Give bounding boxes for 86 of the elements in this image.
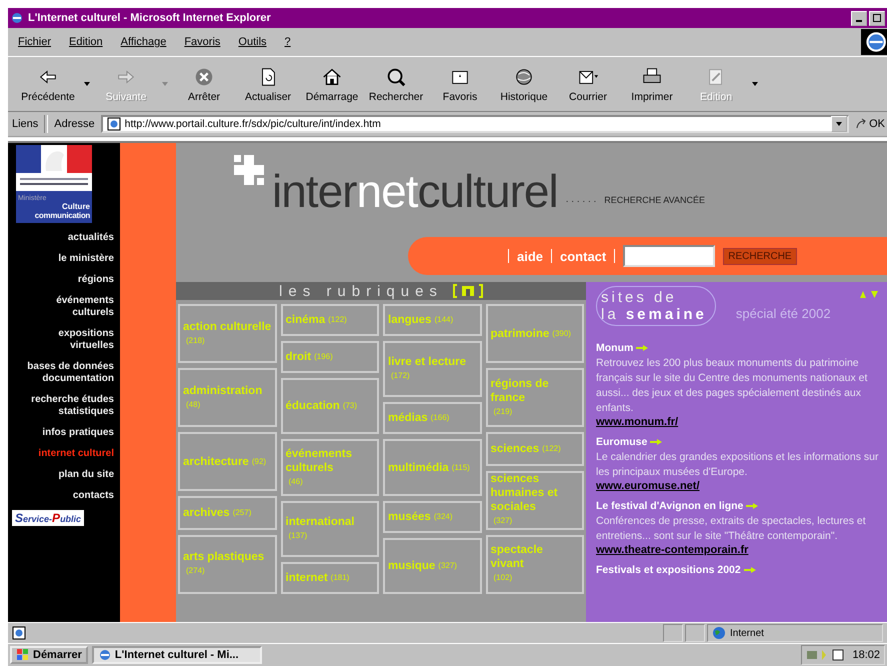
caret-icon	[836, 122, 842, 126]
separator	[614, 249, 616, 263]
scroll-arrows-icon[interactable]	[859, 290, 879, 298]
separator	[508, 249, 509, 263]
minimize-button[interactable]	[851, 10, 867, 26]
maximize-icon	[872, 13, 882, 23]
site-description: Conférences de presse, extraits de spectacles, lectures et entretiens... sont sur le site "Théâtre contemporain".	[596, 514, 867, 544]
status-cell	[685, 624, 705, 642]
sidebar-link[interactable]: recherche études statistiques	[12, 394, 114, 418]
nav-link[interactable]: contact	[560, 248, 606, 264]
toolbar-button[interactable]: Courrier	[556, 64, 620, 104]
separator	[551, 249, 552, 263]
maximize-button[interactable]	[869, 10, 885, 26]
go-arrow-icon	[855, 118, 868, 130]
sidebar-link[interactable]: infos pratiques	[42, 427, 114, 439]
taskbar-button[interactable]: L'Internet culturel - Mi...	[92, 646, 262, 664]
cross-logo-icon	[234, 155, 264, 185]
sidebar-link[interactable]: bases de données documentation	[12, 361, 114, 385]
page-icon	[106, 117, 121, 131]
toolbar-button[interactable]: Favoris	[428, 64, 492, 104]
logo-text: communication	[34, 211, 91, 220]
sidebar-link[interactable]: le ministère	[58, 253, 114, 265]
sidebar-link[interactable]: actualités	[68, 232, 114, 244]
arrow-icon	[746, 503, 758, 509]
sidebar-link[interactable]: régions	[78, 274, 114, 286]
links-button[interactable]: Liens	[12, 118, 38, 130]
browser-icon	[98, 648, 112, 662]
toolbar-button[interactable]: Précédente	[16, 64, 80, 104]
dropdown-arrow-icon[interactable]	[84, 82, 90, 86]
menu-item[interactable]: Favoris	[184, 36, 220, 48]
address-dropdown-button[interactable]	[831, 116, 848, 132]
address-field[interactable]: http://www.portail.culture.fr/sdx/pic/culture/int/index.htm	[100, 115, 850, 133]
arrow-icon	[636, 345, 648, 351]
toolbar-button[interactable]: Actualiser	[236, 64, 300, 104]
tray-icons[interactable]	[806, 648, 846, 662]
toolbar-button[interactable]: Rechercher	[364, 64, 428, 104]
bracketed-square-icon[interactable]	[452, 284, 483, 298]
search-button[interactable]: RECHERCHE	[723, 248, 797, 264]
go-button[interactable]: OK	[855, 118, 887, 130]
site-link[interactable]: www.monum.fr/	[596, 416, 678, 428]
panel-subtitle: spécial été 2002	[736, 306, 831, 321]
zone-label: Internet	[730, 628, 764, 638]
site-link[interactable]: www.theatre-contemporain.fr	[596, 544, 748, 556]
menu-item[interactable]: Edition	[69, 36, 103, 48]
toolbar-button[interactable]: Arrêter	[172, 64, 236, 104]
logo-text: Culture	[62, 202, 91, 211]
clock: 18:02	[852, 649, 880, 661]
browser-icon	[10, 11, 24, 25]
site-description: Le calendrier des grandes expositions et les informations sur les principaux musées d'Europe.	[596, 450, 879, 480]
search-field[interactable]	[623, 245, 716, 267]
menu-item[interactable]: ?	[284, 36, 291, 48]
site-description: Retrouvez les 200 plus beaux monuments du patrimoine français sur le site du Centre des monuments nationaux et aussi... des jeux et des pages spécialement destinés aux enfants.	[596, 356, 868, 416]
toolbar-button[interactable]: Historique	[492, 64, 556, 104]
site-logo: internetculturel	[272, 167, 558, 215]
sidebar-link[interactable]: internet culturel	[38, 448, 114, 460]
page-icon	[12, 626, 26, 640]
address-label: Adresse	[54, 118, 95, 130]
toolbar-button[interactable]: Imprimer	[620, 64, 684, 104]
windows-logo-icon	[16, 648, 30, 662]
site-title[interactable]: Euromuse	[596, 436, 648, 448]
service-public-badge[interactable]: Service-Public	[12, 510, 84, 526]
window-title: L'Internet culturel - Microsoft Internet Explorer	[28, 12, 271, 24]
minimize-icon	[856, 20, 862, 22]
menu-item[interactable]: Fichier	[18, 36, 52, 48]
site-link[interactable]: www.euromuse.net/	[596, 480, 700, 492]
site-title[interactable]: Monum	[596, 342, 634, 354]
status-cell	[663, 624, 683, 642]
menu-item[interactable]: Outils	[238, 36, 267, 48]
panel-title: sites de la semaine	[596, 286, 716, 326]
advanced-search-link[interactable]: RECHERCHE AVANCÉE	[604, 195, 705, 215]
nav-link[interactable]: aide	[517, 248, 544, 264]
site-title[interactable]: Festivals et expositions 2002	[596, 564, 741, 576]
arrow-icon	[744, 567, 756, 573]
start-button[interactable]: Démarrer	[10, 646, 88, 664]
sidebar-link[interactable]: expositions virtuelles	[12, 328, 114, 352]
globe-icon	[712, 626, 726, 640]
arrow-icon	[650, 439, 662, 445]
menu-item[interactable]: Affichage	[120, 36, 166, 48]
toolbar-button[interactable]: Démarrage	[300, 64, 364, 104]
sidebar-link[interactable]: événements culturels	[12, 295, 114, 319]
section-title: les rubriques	[279, 282, 443, 300]
sidebar-link[interactable]: plan du site	[58, 469, 114, 481]
dotted-leader: . . . . . .	[566, 194, 596, 207]
sidebar-link[interactable]: contacts	[72, 490, 114, 502]
more-arrow-icon[interactable]	[752, 82, 758, 86]
site-title[interactable]: Le festival d'Avignon en ligne	[596, 500, 744, 512]
